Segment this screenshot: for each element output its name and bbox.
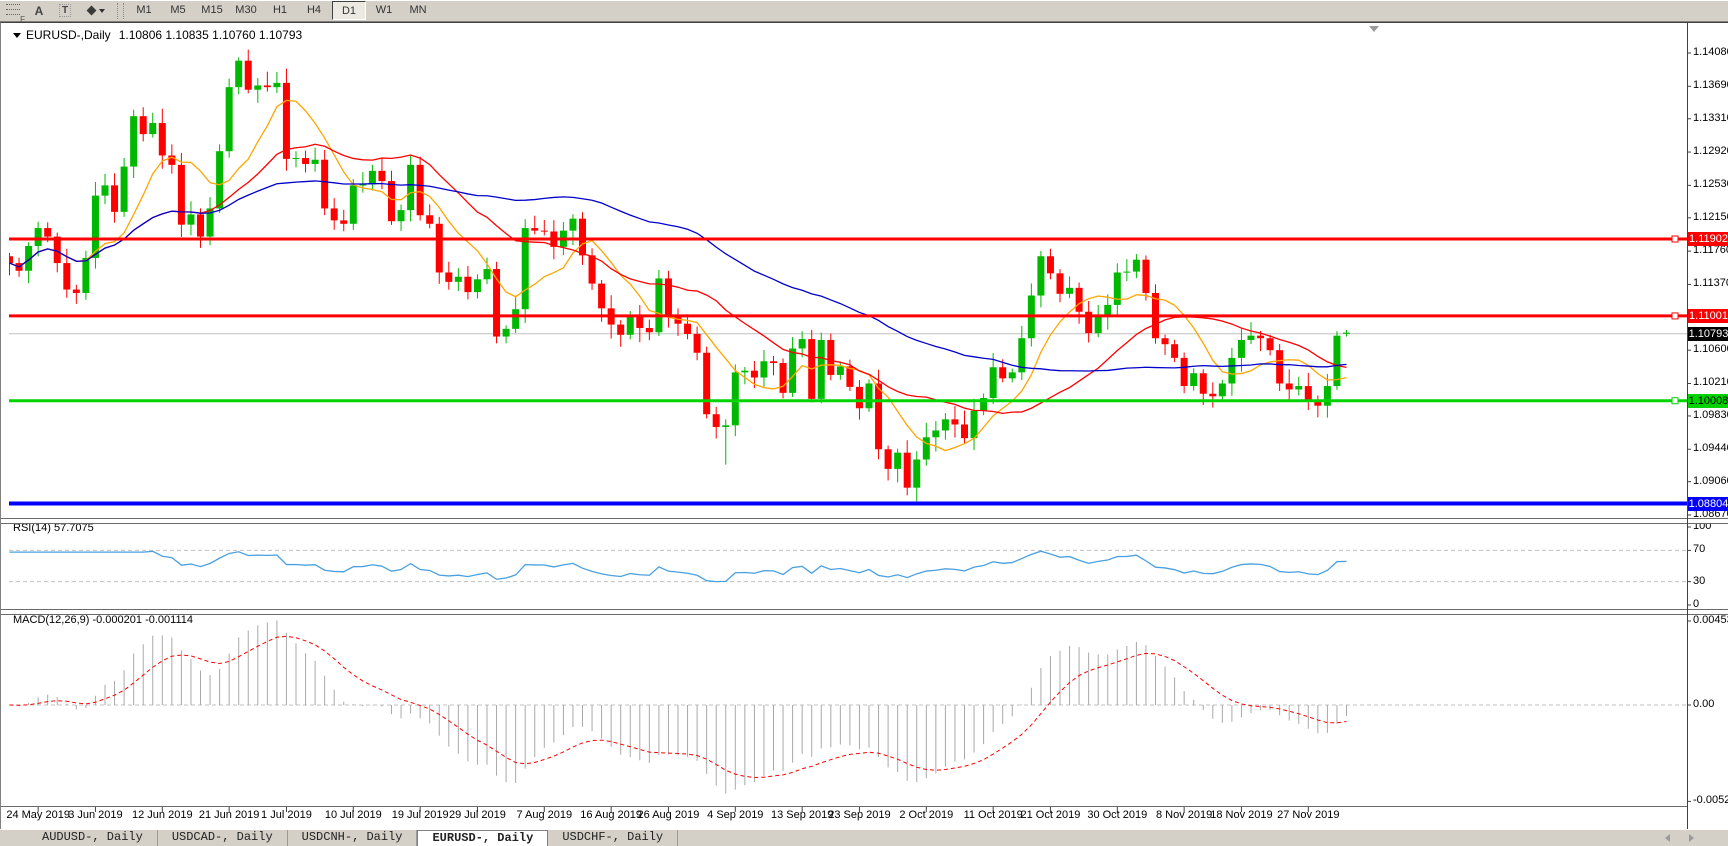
grid-icon[interactable]: F	[1, 2, 25, 20]
chart-window: EURUSD-,Daily 1.10806 1.10835 1.10760 1.…	[0, 22, 1728, 829]
chart-tab-audusd[interactable]: AUDUSD-, Daily	[28, 830, 158, 846]
cursor-a-icon[interactable]: A	[27, 2, 51, 20]
hline-price-tag: 1.10008	[1688, 394, 1728, 408]
arrows-tool-icon[interactable]	[79, 2, 113, 20]
date-axis-label: 18 Nov 2019	[1210, 809, 1272, 821]
macd-indicator-label: MACD(12,26,9) -0.000201 -0.001114	[13, 614, 193, 626]
date-axis-label: 26 Aug 2019	[638, 809, 700, 821]
arrows-glyph	[86, 6, 96, 16]
ohlc-values: 1.10806 1.10835 1.10760 1.10793	[119, 28, 303, 42]
tab-scroll-right-icon[interactable]	[1684, 832, 1698, 844]
date-axis-label: 21 Oct 2019	[1020, 809, 1080, 821]
timeframe-button-m15[interactable]: M15	[196, 1, 228, 18]
hline-handle[interactable]	[1672, 313, 1678, 319]
date-axis-label: 19 Jul 2019	[392, 809, 449, 821]
candles-layer	[6, 50, 1350, 502]
date-axis-label: 12 Jun 2019	[132, 809, 193, 821]
price-axis-label: 1.12920	[1693, 145, 1728, 157]
date-axis-label: 24 May 2019	[6, 809, 70, 821]
rsi-layer	[9, 550, 1687, 581]
date-axis-label: 7 Aug 2019	[516, 809, 572, 821]
toolbar: F A T M1M5M15M30H1H4D1W1MN	[0, 0, 1728, 22]
macd-axis-label: 0.00	[1693, 698, 1714, 710]
timeframe-button-h1[interactable]: H1	[264, 1, 296, 18]
price-axis-label: 1.09830	[1693, 409, 1728, 421]
macd-pane-splitter[interactable]	[1, 609, 1728, 615]
date-axis-label: 13 Sep 2019	[771, 809, 833, 821]
timeframe-button-m1[interactable]: M1	[128, 1, 160, 18]
macd-axis-label: -0.005205	[1693, 794, 1728, 806]
chart-tab-usdcad[interactable]: USDCAD-, Daily	[158, 830, 288, 846]
price-axis-label: 1.09060	[1693, 475, 1728, 487]
symbol-period-label: EURUSD-,Daily	[26, 28, 111, 42]
price-axis-label: 1.13310	[1693, 112, 1728, 124]
macd-pane-bottom-border	[1, 806, 1688, 807]
macd-axis-label: 0.004536	[1693, 614, 1728, 626]
chevron-down-icon	[99, 9, 105, 13]
date-axis-label: 1 Jul 2019	[261, 809, 312, 821]
date-axis-label: 8 Nov 2019	[1156, 809, 1212, 821]
macd-layer	[9, 620, 1687, 793]
rsi-pane-splitter[interactable]	[1, 518, 1728, 524]
date-axis-label: 16 Aug 2019	[580, 809, 642, 821]
price-axis-label: 1.10600	[1693, 343, 1728, 355]
timeframe-group: M1M5M15M30H1H4D1W1MN	[127, 1, 435, 20]
chart-shift-marker-icon[interactable]	[1369, 26, 1379, 32]
timeframe-button-mn[interactable]: MN	[402, 1, 434, 18]
chart-tab-bar: AUDUSD-, DailyUSDCAD-, DailyUSDCNH-, Dai…	[0, 829, 1728, 846]
rsi-axis-label: 30	[1693, 575, 1705, 587]
timeframe-button-d1[interactable]: D1	[332, 1, 366, 20]
chart-title: EURUSD-,Daily 1.10806 1.10835 1.10760 1.…	[13, 28, 302, 42]
tab-scroll-left-icon[interactable]	[1660, 832, 1674, 844]
current-price-tag: 1.10793	[1688, 327, 1728, 341]
tabs-holder: AUDUSD-, DailyUSDCAD-, DailyUSDCNH-, Dai…	[28, 830, 678, 846]
hline-price-tag: 1.11902	[1688, 232, 1728, 246]
hline-price-tag: 1.08804	[1688, 497, 1728, 511]
price-axis-label: 1.12530	[1693, 178, 1728, 190]
mt4-app: F A T M1M5M15M30H1H4D1W1MN EURUSD-,Daily…	[0, 0, 1728, 845]
toolbar-grip[interactable]	[117, 3, 124, 19]
price-axis-label: 1.14080	[1693, 46, 1728, 58]
price-axis-label: 1.09440	[1693, 442, 1728, 454]
collapse-triangle-icon[interactable]	[13, 33, 21, 38]
price-axis-label: 1.10210	[1693, 376, 1728, 388]
cursor-a-label: A	[35, 4, 44, 18]
date-axis-label: 4 Sep 2019	[707, 809, 763, 821]
chart-tab-usdcnh[interactable]: USDCNH-, Daily	[288, 830, 418, 846]
price-axis-label: 1.11370	[1693, 277, 1728, 289]
chart-tab-usdchf[interactable]: USDCHF-, Daily	[548, 830, 678, 846]
timeframe-button-h4[interactable]: H4	[298, 1, 330, 18]
timeframe-button-w1[interactable]: W1	[368, 1, 400, 18]
price-axis-line	[1687, 23, 1688, 829]
price-axis-label: 1.12150	[1693, 211, 1728, 223]
hline-price-tag: 1.11001	[1688, 309, 1728, 323]
date-axis-label: 3 Jun 2019	[68, 809, 122, 821]
date-axis-label: 11 Oct 2019	[964, 809, 1023, 821]
text-label-icon[interactable]: T	[53, 2, 77, 20]
date-axis-label: 2 Oct 2019	[899, 809, 953, 821]
date-axis-label: 27 Nov 2019	[1277, 809, 1339, 821]
chart-canvas[interactable]	[1, 23, 1728, 829]
timeframe-button-m30[interactable]: M30	[230, 1, 262, 18]
date-axis-label: 23 Sep 2019	[828, 809, 890, 821]
text-label-glyph: T	[59, 4, 71, 17]
tab-scroll-arrows	[1660, 830, 1698, 846]
chart-tab-eurusd[interactable]: EURUSD-, Daily	[417, 830, 548, 846]
hline-handle[interactable]	[1672, 236, 1678, 242]
hline-handle[interactable]	[1672, 398, 1678, 404]
date-axis-label: 21 Jun 2019	[199, 809, 260, 821]
price-axis-label: 1.13690	[1693, 79, 1728, 91]
grid-glyph: F	[6, 3, 20, 18]
date-axis-label: 29 Jul 2019	[449, 809, 506, 821]
rsi-axis-label: 70	[1693, 543, 1705, 555]
rsi-line	[10, 551, 1347, 581]
timeframe-button-m5[interactable]: M5	[162, 1, 194, 18]
date-axis-label: 30 Oct 2019	[1087, 809, 1147, 821]
date-axis-label: 10 Jul 2019	[325, 809, 382, 821]
